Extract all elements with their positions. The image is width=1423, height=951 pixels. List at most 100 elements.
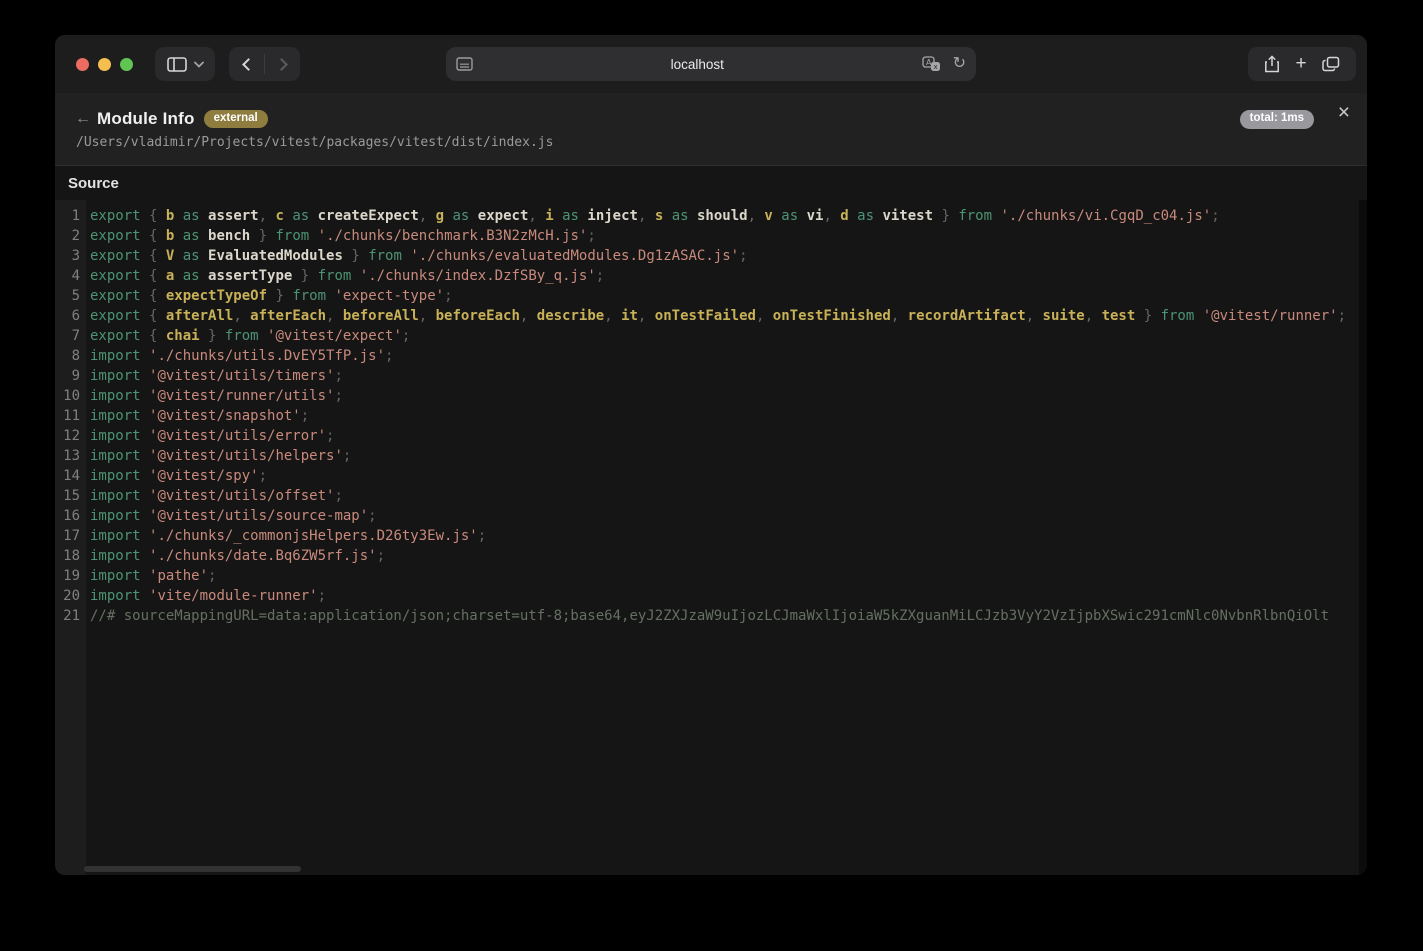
code-token: } — [200, 328, 225, 344]
new-tab-button[interactable]: + — [1295, 54, 1306, 73]
forward-button[interactable] — [265, 47, 300, 81]
line-number: 5 — [55, 286, 86, 306]
source-code-viewer[interactable]: 1export { b as assert, c as createExpect… — [55, 200, 1367, 875]
reader-icon[interactable] — [456, 57, 473, 71]
code-text: import '@vitest/utils/source-map'; — [86, 506, 377, 526]
code-token: from — [275, 228, 317, 244]
code-token: { — [141, 248, 166, 264]
code-token: as — [174, 228, 208, 244]
code-line: 6export { afterAll, afterEach, beforeAll… — [55, 306, 1367, 326]
code-line: 10import '@vitest/runner/utils'; — [55, 386, 1367, 406]
back-chevron-icon — [242, 58, 255, 71]
code-text: import './chunks/_commonjsHelpers.D26ty3… — [86, 526, 486, 546]
code-token: ; — [368, 508, 376, 524]
code-token: import — [90, 408, 149, 424]
sidebar-icon — [167, 57, 187, 72]
code-token: ; — [385, 348, 393, 364]
back-button[interactable] — [229, 47, 264, 81]
code-token: import — [90, 548, 149, 564]
horizontal-scrollbar-thumb[interactable] — [84, 866, 301, 872]
code-token: import — [90, 448, 149, 464]
code-token: './chunks/evaluatedModules.Dg1zASAC.js' — [410, 248, 739, 264]
code-token: ; — [587, 228, 595, 244]
code-token: { — [141, 328, 166, 344]
code-token: { — [141, 268, 166, 284]
code-lines: 1export { b as assert, c as createExpect… — [55, 206, 1367, 626]
close-window-button[interactable] — [76, 58, 89, 71]
code-token: afterAll — [166, 308, 233, 324]
code-token: , — [419, 208, 436, 224]
code-token: recordArtifact — [908, 308, 1026, 324]
code-token: ; — [334, 388, 342, 404]
forward-chevron-icon — [275, 58, 288, 71]
translate-icon[interactable]: A x — [922, 56, 941, 72]
code-token: export — [90, 288, 141, 304]
toolbar-right-group: + — [1248, 47, 1356, 81]
browser-window: localhost A x ↻ — [55, 35, 1367, 875]
code-token: d — [840, 208, 848, 224]
code-line: 4export { a as assertType } from './chun… — [55, 266, 1367, 286]
code-token: beforeEach — [436, 308, 520, 324]
code-token: ; — [1211, 208, 1219, 224]
code-token: export — [90, 328, 141, 344]
line-number: 10 — [55, 386, 86, 406]
code-token: ; — [1338, 308, 1346, 324]
code-text: export { chai } from '@vitest/expect'; — [86, 326, 410, 346]
code-token: //# sourceMappingURL=data:application/js… — [90, 608, 1329, 624]
code-token: import — [90, 528, 149, 544]
code-token: } — [343, 248, 368, 264]
code-token: './chunks/benchmark.B3N2zMcH.js' — [318, 228, 588, 244]
code-text: import '@vitest/spy'; — [86, 466, 267, 486]
minimize-window-button[interactable] — [98, 58, 111, 71]
line-number: 6 — [55, 306, 86, 326]
tab-overview-button[interactable] — [1322, 56, 1340, 72]
code-text: import '@vitest/utils/error'; — [86, 426, 334, 446]
traffic-lights — [55, 58, 133, 71]
code-token: , — [1026, 308, 1043, 324]
code-line: 19import 'pathe'; — [55, 566, 1367, 586]
code-token: { — [141, 288, 166, 304]
code-line: 13import '@vitest/utils/helpers'; — [55, 446, 1367, 466]
code-token: createExpect — [318, 208, 419, 224]
line-number: 4 — [55, 266, 86, 286]
line-number: 11 — [55, 406, 86, 426]
address-bar[interactable]: localhost A x ↻ — [446, 47, 976, 81]
code-token: '@vitest/utils/helpers' — [149, 448, 343, 464]
code-text: import '@vitest/utils/offset'; — [86, 486, 343, 506]
code-token: ; — [444, 288, 452, 304]
code-token: export — [90, 208, 141, 224]
code-text: import 'pathe'; — [86, 566, 216, 586]
code-token: from — [225, 328, 267, 344]
code-text: import './chunks/utils.DvEY5TfP.js'; — [86, 346, 393, 366]
code-token: './chunks/utils.DvEY5TfP.js' — [149, 348, 385, 364]
code-token: as — [849, 208, 883, 224]
share-button[interactable] — [1264, 55, 1280, 73]
code-token: s — [655, 208, 663, 224]
code-line: 9import '@vitest/utils/timers'; — [55, 366, 1367, 386]
browser-titlebar: localhost A x ↻ — [55, 35, 1367, 93]
code-text: import 'vite/module-runner'; — [86, 586, 326, 606]
code-token: beforeAll — [343, 308, 419, 324]
code-token: from — [292, 288, 334, 304]
code-token: , — [259, 208, 276, 224]
module-back-button[interactable]: ← — [75, 110, 97, 128]
address-bar-url: localhost — [473, 57, 922, 72]
code-token: as — [663, 208, 697, 224]
code-token: , — [756, 308, 773, 324]
zoom-window-button[interactable] — [120, 58, 133, 71]
line-number: 21 — [55, 606, 86, 626]
code-token: '@vitest/utils/timers' — [149, 368, 334, 384]
code-token: import — [90, 368, 149, 384]
code-token: } — [250, 228, 275, 244]
sidebar-toggle-button[interactable] — [155, 47, 215, 81]
code-token: '@vitest/utils/source-map' — [149, 508, 368, 524]
chevron-down-icon — [194, 61, 204, 68]
code-text: import '@vitest/runner/utils'; — [86, 386, 343, 406]
code-token: { — [141, 308, 166, 324]
code-token: test — [1102, 308, 1136, 324]
code-token: import — [90, 348, 149, 364]
reload-icon[interactable]: ↻ — [953, 56, 966, 72]
vertical-scrollbar[interactable] — [1359, 200, 1367, 875]
code-text: export { V as EvaluatedModules } from '.… — [86, 246, 748, 266]
close-icon[interactable]: × — [1338, 102, 1350, 123]
